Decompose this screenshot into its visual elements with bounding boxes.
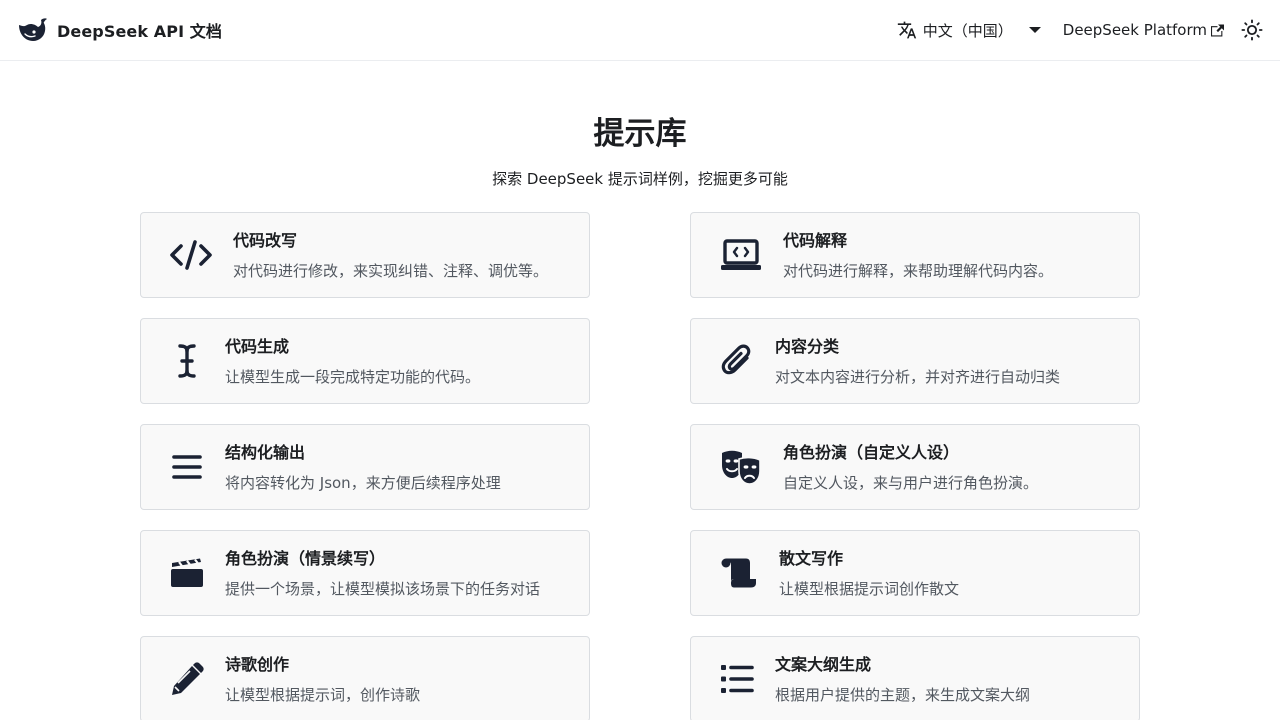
platform-label: DeepSeek Platform <box>1062 21 1207 39</box>
prompt-card-code-generate[interactable]: 代码生成 让模型生成一段完成特定功能的代码。 <box>140 318 590 404</box>
prompt-card-code-explain[interactable]: 代码解释 对代码进行解释，来帮助理解代码内容。 <box>690 212 1140 298</box>
paperclip-icon <box>719 339 755 383</box>
prompt-card-prose-writing[interactable]: 散文写作 让模型根据提示词创作散文 <box>690 530 1140 616</box>
card-title: 角色扮演（自定义人设） <box>783 443 960 462</box>
card-description: 对代码进行解释，来帮助理解代码内容。 <box>783 262 1054 280</box>
card-title: 内容分类 <box>775 337 840 356</box>
laptop-code-icon <box>719 233 763 277</box>
navbar-right: 中文（中国） DeepSeek Platform <box>897 18 1264 42</box>
card-description: 自定义人设，来与用户进行角色扮演。 <box>783 474 1039 492</box>
sun-icon <box>1241 19 1263 41</box>
navbar: DeepSeek API 文档 中文（中国） DeepSeek Platform <box>0 0 1280 61</box>
card-title: 角色扮演（情景续写） <box>225 549 386 568</box>
card-description: 将内容转化为 Json，来方便后续程序处理 <box>225 474 501 492</box>
prompt-card-structured-output[interactable]: 结构化输出 将内容转化为 Json，来方便后续程序处理 <box>140 424 590 510</box>
prompt-card-content-classify[interactable]: 内容分类 对文本内容进行分析，并对齐进行自动归类 <box>690 318 1140 404</box>
bars-icon <box>169 445 205 489</box>
card-title: 代码解释 <box>783 231 848 250</box>
brand-title: DeepSeek API 文档 <box>57 22 223 41</box>
masks-theater-icon <box>719 445 763 489</box>
card-description: 提供一个场景，让模型模拟该场景下的任务对话 <box>225 580 541 598</box>
theme-toggle-button[interactable] <box>1240 18 1264 42</box>
list-icon <box>719 657 755 701</box>
translate-icon <box>897 21 916 39</box>
code-icon <box>169 233 213 277</box>
platform-link[interactable]: DeepSeek Platform <box>1063 21 1224 39</box>
language-dropdown[interactable]: 中文（中国） <box>897 20 1041 41</box>
deepseek-logo-icon <box>19 18 47 41</box>
brand-link[interactable]: DeepSeek API 文档 <box>16 16 222 44</box>
card-title: 散文写作 <box>779 549 844 568</box>
caret-down-icon <box>1028 27 1041 33</box>
page-subtitle: 探索 DeepSeek 提示词样例，挖掘更多可能 <box>492 170 788 188</box>
card-title: 文案大纲生成 <box>775 655 872 674</box>
prompt-card-poetry[interactable]: 诗歌创作 让模型根据提示词，创作诗歌 <box>140 636 590 720</box>
prompt-card-code-rewrite[interactable]: 代码改写 对代码进行修改，来实现纠错、注释、调优等。 <box>140 212 590 298</box>
card-description: 根据用户提供的主题，来生成文案大纲 <box>775 686 1031 704</box>
card-title: 代码生成 <box>225 337 290 356</box>
card-description: 让模型生成一段完成特定功能的代码。 <box>225 368 481 386</box>
text-cursor-icon <box>169 339 205 383</box>
card-description: 让模型根据提示词，创作诗歌 <box>225 686 421 704</box>
clapperboard-icon <box>169 551 205 595</box>
card-title: 诗歌创作 <box>225 655 290 674</box>
prompt-library-grid: 代码改写 对代码进行修改，来实现纠错、注释、调优等。 代码解释 对代码进行解释，… <box>140 212 1140 720</box>
scroll-icon <box>719 551 759 595</box>
pencil-icon <box>169 657 205 701</box>
card-description: 对文本内容进行分析，并对齐进行自动归类 <box>775 368 1061 386</box>
card-title: 代码改写 <box>233 231 298 250</box>
prompt-card-roleplay-scenario[interactable]: 角色扮演（情景续写） 提供一个场景，让模型模拟该场景下的任务对话 <box>140 530 590 616</box>
card-description: 让模型根据提示词创作散文 <box>779 580 960 598</box>
card-title: 结构化输出 <box>225 443 306 462</box>
page-title: 提示库 <box>593 116 687 152</box>
external-link-icon <box>1211 24 1224 36</box>
card-description: 对代码进行修改，来实现纠错、注释、调优等。 <box>233 262 549 280</box>
prompt-card-outline[interactable]: 文案大纲生成 根据用户提供的主题，来生成文案大纲 <box>690 636 1140 720</box>
prompt-card-roleplay-persona[interactable]: 角色扮演（自定义人设） 自定义人设，来与用户进行角色扮演。 <box>690 424 1140 510</box>
language-label: 中文（中国） <box>922 21 1013 40</box>
